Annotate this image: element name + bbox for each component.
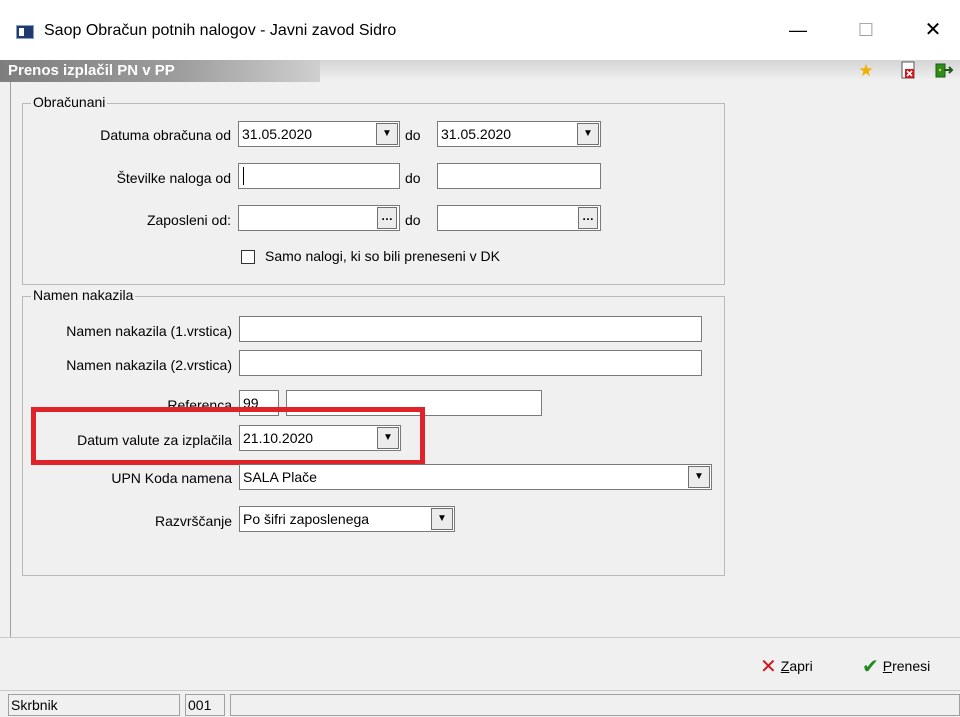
namen-vrstica2-label: Namen nakazila (2.vrstica): [66, 357, 232, 373]
upn-koda-select[interactable]: SALA Plače: [239, 464, 712, 490]
obracunani-caption: Obračunani: [31, 94, 108, 110]
app-icon: [16, 25, 34, 39]
stevilke-from-input[interactable]: [238, 163, 400, 189]
datum-to-dropdown-button[interactable]: ▼: [577, 123, 599, 145]
razvrscanje-value: Po šifri zaposlenega: [243, 511, 370, 527]
minimize-button[interactable]: —: [775, 15, 821, 45]
upn-koda-value: SALA Plače: [243, 469, 317, 485]
close-x-icon: ✕: [760, 656, 777, 678]
form-title: Prenos izplačil PN v PP: [0, 60, 320, 82]
star-icon[interactable]: ★: [856, 61, 876, 81]
stevilke-to-input[interactable]: [437, 163, 601, 189]
datum-obracuna-to-value: 31.05.2020: [441, 126, 512, 142]
prenesi-accelerator: P: [882, 658, 893, 674]
status-extra: [230, 694, 960, 716]
namen-vrstica1-label: Namen nakazila (1.vrstica): [66, 323, 232, 339]
text-cursor: [243, 167, 244, 185]
zaposleni-to-input[interactable]: [437, 205, 601, 231]
zaposleni-from-input[interactable]: [238, 205, 400, 231]
form-header: Prenos izplačil PN v PP ★: [0, 60, 960, 82]
prenesi-label: renesi: [892, 658, 931, 674]
exit-icon[interactable]: [934, 61, 954, 81]
title-bar: Saop Obračun potnih nalogov - Javni zavo…: [0, 0, 960, 60]
window-title: Saop Obračun potnih nalogov - Javni zavo…: [44, 22, 397, 39]
status-user: Skrbnik: [8, 694, 180, 716]
samo-nalogi-label: Samo nalogi, ki so bili preneseni v DK: [265, 248, 501, 264]
razvrscanje-dropdown-button[interactable]: ▼: [431, 508, 453, 530]
do-label: do: [405, 212, 421, 228]
datum-from-dropdown-button[interactable]: ▼: [376, 123, 398, 145]
separator: [0, 637, 960, 638]
do-label: do: [405, 127, 421, 143]
namen-vrstica2-input[interactable]: [239, 350, 702, 376]
close-window-button[interactable]: ✕: [910, 15, 956, 45]
stevilke-naloga-label: Številke naloga od: [116, 170, 231, 186]
do-label: do: [405, 170, 421, 186]
zapri-label: apri: [789, 658, 813, 674]
status-bar: Skrbnik 001: [0, 690, 960, 717]
highlight-annotation: [31, 407, 425, 465]
zaposleni-from-browse-button[interactable]: …: [377, 207, 397, 229]
zaposleni-label: Zaposleni od:: [146, 212, 231, 228]
upn-koda-dropdown-button[interactable]: ▼: [688, 466, 710, 488]
prenesi-button[interactable]: ✔ Prenesi: [862, 654, 930, 678]
razvrscanje-select[interactable]: Po šifri zaposlenega: [239, 506, 455, 532]
datum-obracuna-label: Datuma obračuna od: [100, 127, 231, 143]
datum-obracuna-from-value: 31.05.2020: [242, 126, 313, 142]
namen-vrstica1-input[interactable]: [239, 316, 702, 342]
zaposleni-to-browse-button[interactable]: …: [578, 207, 598, 229]
status-code: 001: [185, 694, 225, 716]
razvrscanje-label: Razvrščanje: [154, 513, 232, 529]
check-icon: ✔: [862, 656, 879, 678]
document-close-icon[interactable]: [898, 61, 918, 81]
maximize-button[interactable]: ☐: [843, 15, 889, 45]
upn-koda-label: UPN Koda namena: [111, 470, 232, 486]
namen-nakazila-caption: Namen nakazila: [31, 287, 136, 303]
samo-nalogi-checkbox[interactable]: [241, 250, 255, 264]
zapri-button[interactable]: ✕ Zapri: [760, 654, 813, 678]
